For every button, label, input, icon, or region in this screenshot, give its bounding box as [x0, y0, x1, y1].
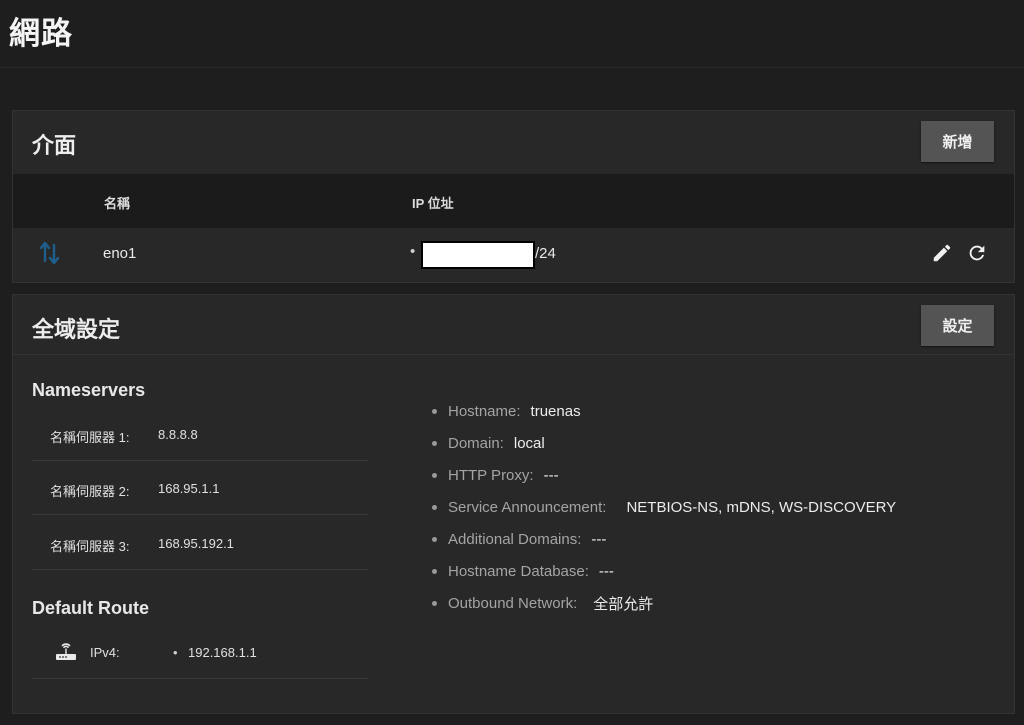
list-item: HTTP Proxy: ---: [432, 459, 896, 491]
setting-value: truenas: [530, 402, 581, 420]
default-route-heading: Default Route: [32, 598, 149, 618]
nameserver-label: 名稱伺服器 1:: [50, 430, 130, 445]
ip-bullet: •: [410, 243, 416, 260]
list-item: 名稱伺服器 2: 168.95.1.1: [32, 461, 368, 515]
add-interface-button[interactable]: 新增: [921, 121, 994, 162]
nameserver-label: 名稱伺服器 3:: [50, 539, 130, 554]
setting-label: Service Announcement:: [448, 498, 607, 516]
redacted-ip-address: [421, 241, 535, 269]
router-icon: [54, 639, 78, 668]
setting-value: ---: [591, 530, 607, 548]
pencil-icon[interactable]: [930, 241, 954, 265]
page-title: 網路: [9, 16, 73, 51]
global-settings-card: 全域設定 設定 Nameservers 名稱伺服器 1: 8.8.8.8 名稱伺…: [12, 294, 1015, 714]
setting-value: ---: [598, 562, 614, 580]
setting-label: Outbound Network:: [448, 594, 578, 612]
interfaces-table-header: 名稱 IP 位址: [13, 174, 1014, 228]
setting-value: local: [513, 434, 545, 452]
setting-label: Hostname Database:: [448, 562, 589, 580]
setting-value: 全部允許: [593, 595, 654, 613]
default-route-row: IPv4: • 192.168.1.1: [32, 625, 368, 679]
list-item: Service Announcement: NETBIOS-NS, mDNS, W…: [432, 491, 896, 523]
setting-label: Additional Domains:: [448, 530, 582, 548]
arrows-up-down-icon: [39, 239, 61, 271]
global-settings-title: 全域設定: [32, 317, 121, 342]
default-route-value: 192.168.1.1: [188, 645, 257, 660]
list-item: 名稱伺服器 1: 8.8.8.8: [32, 407, 368, 461]
interfaces-card: 介面 新增 名稱 IP 位址 eno1 • /24: [12, 110, 1015, 283]
setting-label: Domain:: [448, 434, 504, 452]
setting-label: HTTP Proxy:: [448, 466, 534, 484]
nameserver-value: 168.95.192.1: [158, 536, 234, 551]
list-item: 名稱伺服器 3: 168.95.192.1: [32, 516, 368, 570]
setting-value: ---: [543, 466, 559, 484]
column-header-name: 名稱: [104, 196, 131, 211]
default-route-label: IPv4:: [90, 645, 120, 660]
global-settings-list: Hostname: truenas Domain: local HTTP Proxy…: [432, 395, 896, 619]
card-divider: [13, 354, 1014, 355]
list-item: Hostname Database: ---: [432, 555, 896, 587]
interface-name: eno1: [103, 245, 137, 262]
nameserver-value: 168.95.1.1: [158, 481, 220, 496]
default-route-bullet: •: [173, 645, 178, 660]
table-row[interactable]: eno1 • /24: [13, 228, 1014, 282]
page-header: 網路: [0, 0, 1024, 68]
setting-value: NETBIOS-NS, mDNS, WS-DISCOVERY: [626, 498, 897, 516]
ip-netmask: /24: [535, 245, 556, 262]
nameserver-label: 名稱伺服器 2:: [50, 484, 130, 499]
interfaces-title: 介面: [32, 133, 77, 158]
refresh-icon[interactable]: [965, 241, 989, 265]
list-item: Domain: local: [432, 427, 896, 459]
settings-button[interactable]: 設定: [921, 305, 994, 346]
setting-label: Hostname:: [448, 402, 521, 420]
nameserver-value: 8.8.8.8: [158, 427, 198, 442]
list-item: Outbound Network: 全部允許: [432, 587, 896, 619]
list-item: Hostname: truenas: [432, 395, 896, 427]
list-item: Additional Domains: ---: [432, 523, 896, 555]
column-header-ip: IP 位址: [412, 196, 454, 211]
nameservers-heading: Nameservers: [32, 380, 146, 400]
